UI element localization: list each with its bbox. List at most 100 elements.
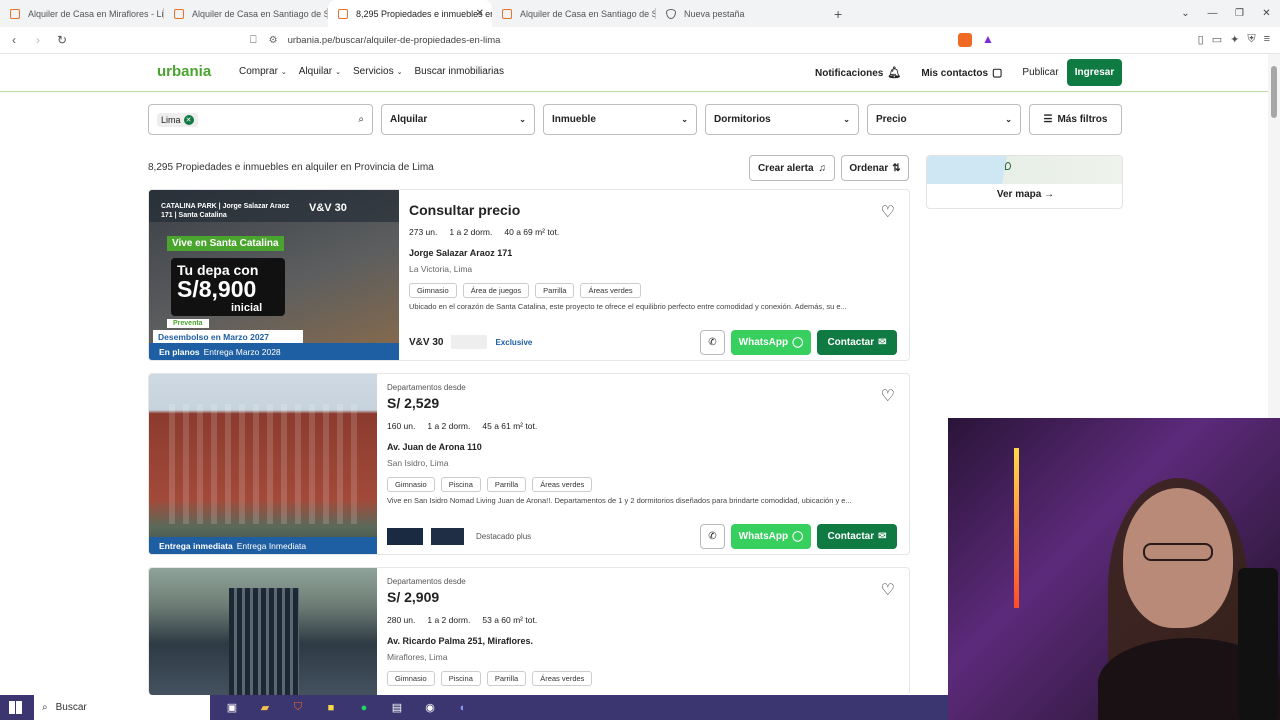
- rooms-select[interactable]: Dormitorios ⌄: [705, 104, 859, 135]
- sticky-notes-icon[interactable]: ■: [320, 700, 342, 716]
- browser-tab[interactable]: Alquiler de Casa en Santiago de Surco: [164, 0, 328, 27]
- close-window-icon[interactable]: ✕: [1253, 8, 1280, 19]
- spotify-icon[interactable]: ●: [353, 700, 375, 716]
- featured-label: Destacado plus: [476, 532, 532, 541]
- discord-icon[interactable]: ◐: [452, 700, 474, 716]
- property-type-select[interactable]: Inmueble ⌄: [543, 104, 697, 135]
- publisher-row: V&V 30 Exclusive: [409, 335, 532, 349]
- browser-tab[interactable]: Alquiler de Casa en Miraflores - Lima: [0, 0, 164, 27]
- menu-buscar-inmobiliarias[interactable]: Buscar inmobiliarias: [414, 66, 503, 77]
- listing-body: Departamentos desde S/ 2,909 280 un. 1 a …: [387, 568, 909, 695]
- brave-rewards-icon[interactable]: ▲: [982, 32, 994, 46]
- urbania-favicon-icon: [174, 8, 184, 19]
- phone-button[interactable]: ✆: [700, 524, 725, 549]
- listing-actions: ✆ WhatsApp ◯ Contactar ✉: [700, 524, 897, 549]
- listing-address[interactable]: Jorge Salazar Araoz 171: [409, 248, 512, 258]
- notifications-link[interactable]: Notificaciones 🔔︎: [815, 66, 901, 79]
- webcam-overlay: [948, 418, 1280, 720]
- view-map-link[interactable]: Ver mapa →: [927, 189, 1122, 200]
- publisher-logo: [387, 528, 423, 545]
- task-view-icon[interactable]: ▣: [221, 700, 243, 716]
- remove-chip-icon[interactable]: ✕: [183, 114, 194, 125]
- map-preview[interactable]: Ver mapa →: [926, 155, 1123, 209]
- phone-button[interactable]: ✆: [700, 330, 725, 355]
- create-alert-button[interactable]: Crear alerta ♫: [749, 155, 835, 181]
- menu-alquilar[interactable]: Alquilar ⌄: [299, 66, 341, 77]
- publisher-logo: [431, 528, 464, 545]
- operation-select[interactable]: Alquilar ⌄: [381, 104, 535, 135]
- filters-bar: Lima ✕ ⌕ Alquilar ⌄ Inmueble ⌄ Dormitorios ⌄…: [148, 104, 1122, 135]
- windows-start-icon[interactable]: [9, 701, 22, 714]
- bell-plus-icon: ♫: [818, 162, 827, 174]
- brave-browser-icon[interactable]: ⛉: [287, 700, 309, 716]
- obs-icon[interactable]: ◉: [419, 700, 441, 716]
- listing-address[interactable]: Av. Juan de Arona 110: [387, 442, 482, 452]
- wallet-icon[interactable]: ▭: [1212, 33, 1222, 46]
- browser-toolbar-icons: ▯ ▭ ✦ ⛨ ≡: [1198, 33, 1270, 46]
- reload-icon[interactable]: ↻: [52, 33, 72, 47]
- listing-card[interactable]: Departamentos desde S/ 2,909 280 un. 1 a …: [148, 567, 910, 695]
- app-icon[interactable]: ▤: [386, 700, 408, 716]
- sort-button[interactable]: Ordenar ⇅: [841, 155, 909, 181]
- listing-tags: Gimnasio Piscina Parrilla Áreas verdes: [387, 671, 593, 686]
- taskbar-search[interactable]: ⌕ Buscar: [34, 695, 210, 720]
- browser-tab-active[interactable]: 8,295 Propiedades e inmuebles en alquile…: [328, 0, 492, 27]
- new-tab-icon[interactable]: +: [834, 6, 842, 22]
- back-icon[interactable]: ‹: [4, 33, 24, 47]
- brave-shields-icon[interactable]: [958, 33, 972, 47]
- more-filters-button[interactable]: ☰ Más filtros: [1029, 104, 1122, 135]
- price-select[interactable]: Precio ⌄: [867, 104, 1021, 135]
- main-menu: Comprar ⌄ Alquilar ⌄ Servicios ⌄ Buscar inm…: [239, 66, 504, 77]
- forward-icon[interactable]: ›: [28, 33, 48, 47]
- sidebar-icon[interactable]: ▯: [1198, 33, 1204, 46]
- tab-list-chevron-icon[interactable]: ⌄: [1172, 8, 1199, 19]
- contact-button[interactable]: Contactar ✉: [817, 524, 897, 549]
- contact-button[interactable]: Contactar ✉: [817, 330, 897, 355]
- vpn-icon[interactable]: ⛨: [1247, 33, 1255, 46]
- listing-image[interactable]: CATALINA PARK | Jorge Salazar Araoz 171 …: [149, 190, 399, 360]
- tag: Piscina: [440, 477, 481, 492]
- urbania-logo[interactable]: urbania: [157, 63, 211, 80]
- image-headline: CATALINA PARK | Jorge Salazar Araoz 171 …: [161, 203, 290, 219]
- leo-ai-icon[interactable]: ✦: [1230, 33, 1239, 46]
- favorite-heart-icon[interactable]: ♡: [881, 202, 895, 222]
- url-field[interactable]: ⎕ ⚙ urbania.pe/buscar/alquiler-de-propie…: [250, 30, 1030, 51]
- location-search-input[interactable]: Lima ✕ ⌕: [148, 104, 373, 135]
- listing-image[interactable]: [149, 568, 377, 695]
- listing-label: Departamentos desde: [387, 383, 466, 392]
- menu-icon[interactable]: ≡: [1264, 33, 1270, 46]
- vv-logo: V&V 30: [309, 202, 347, 214]
- browser-tab[interactable]: Alquiler de Casa en Santiago de Surco: [492, 0, 656, 27]
- delivery-badge: Entrega inmediata Entrega Inmediata: [149, 537, 377, 554]
- listing-card[interactable]: CATALINA PARK | Jorge Salazar Araoz 171 …: [148, 189, 910, 361]
- menu-servicios[interactable]: Servicios ⌄: [353, 66, 402, 77]
- scrollbar-thumb[interactable]: [1271, 66, 1277, 118]
- location-chip[interactable]: Lima ✕: [157, 112, 198, 127]
- login-button[interactable]: Ingresar: [1067, 59, 1122, 86]
- whatsapp-button[interactable]: WhatsApp ◯: [731, 330, 811, 355]
- publish-link[interactable]: Publicar: [1022, 67, 1058, 78]
- restore-icon[interactable]: ❐: [1226, 8, 1253, 19]
- tag: Gimnasio: [409, 283, 457, 298]
- favorite-heart-icon[interactable]: ♡: [881, 386, 895, 406]
- contacts-link[interactable]: Mis contactos ▢: [921, 66, 1002, 79]
- whatsapp-button[interactable]: WhatsApp ◯: [731, 524, 811, 549]
- close-tab-icon[interactable]: ✕: [476, 8, 484, 19]
- tag: Área de juegos: [462, 283, 530, 298]
- search-icon[interactable]: ⌕: [358, 114, 364, 125]
- window-controls: ⌄ — ❐ ✕: [1172, 0, 1280, 27]
- listing-card[interactable]: Entrega inmediata Entrega Inmediata Depar…: [148, 373, 910, 555]
- file-explorer-icon[interactable]: ▰: [254, 700, 276, 716]
- listing-image[interactable]: Entrega inmediata Entrega Inmediata: [149, 374, 377, 554]
- menu-comprar[interactable]: Comprar ⌄: [239, 66, 287, 77]
- listing-actions: ✆ WhatsApp ◯ Contactar ✉: [700, 330, 897, 355]
- bookmark-icon[interactable]: ⎕: [250, 34, 257, 47]
- listing-location: San Isidro, Lima: [387, 458, 449, 468]
- favorite-heart-icon[interactable]: ♡: [881, 580, 895, 600]
- whatsapp-icon: ◯: [792, 337, 804, 348]
- listing-address[interactable]: Av. Ricardo Palma 251, Miraflores.: [387, 636, 533, 646]
- site-info-icon[interactable]: ⚙: [269, 35, 278, 46]
- minimize-icon[interactable]: —: [1199, 8, 1226, 19]
- browser-tab[interactable]: Nueva pestaña: [656, 0, 820, 27]
- header-actions: Notificaciones 🔔︎ Mis contactos ▢ Publicar: [815, 66, 1059, 79]
